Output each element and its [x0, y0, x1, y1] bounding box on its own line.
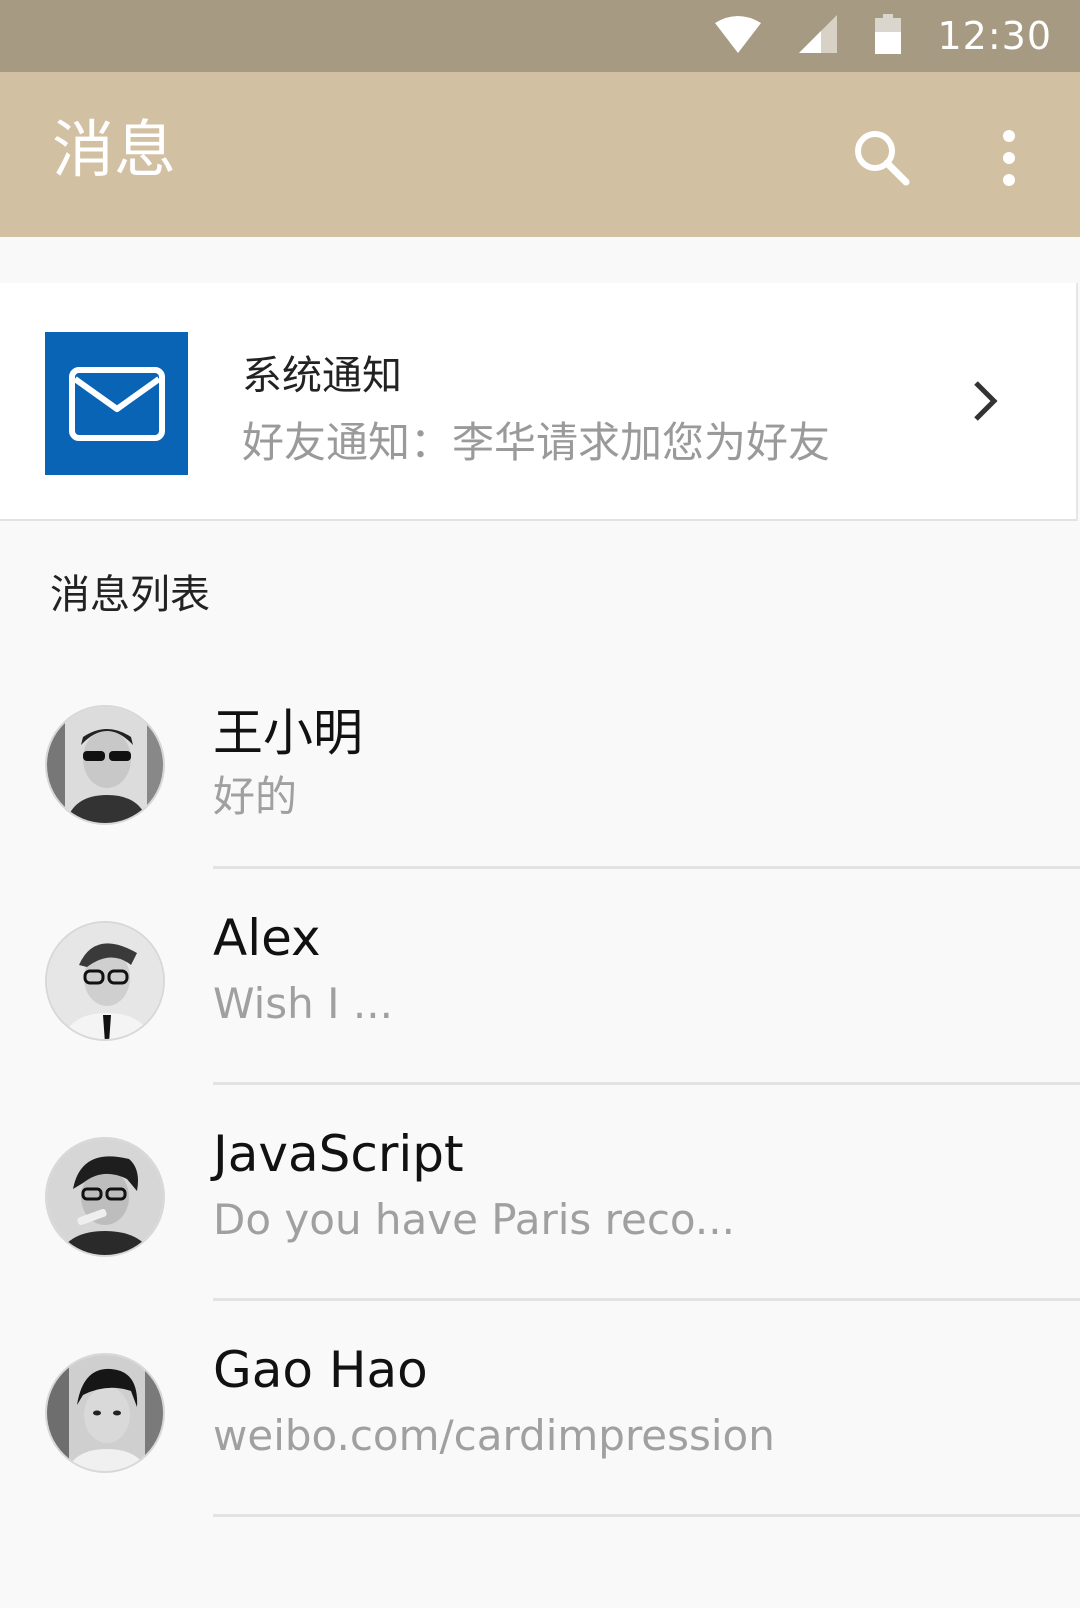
avatar: [45, 705, 165, 825]
message-preview: weibo.com/cardimpression: [213, 1411, 775, 1460]
search-icon[interactable]: [852, 128, 910, 186]
list-item[interactable]: Gao Hao weibo.com/cardimpression: [0, 1301, 1080, 1517]
avatar-icon: [47, 1355, 163, 1471]
contact-name: Gao Hao: [213, 1341, 428, 1399]
list-item[interactable]: JavaScript Do you have Paris reco...: [0, 1085, 1080, 1301]
more-vert-icon[interactable]: [994, 128, 1024, 188]
status-time: 12:30: [937, 14, 1052, 58]
system-notice-card[interactable]: 系统通知 好友通知：李华请求加您为好友: [0, 283, 1078, 521]
notice-icon-box: [45, 332, 188, 475]
avatar-icon: [47, 1139, 163, 1255]
list-item[interactable]: 王小明 好的: [0, 653, 1080, 869]
contact-name: JavaScript: [213, 1125, 464, 1183]
contact-name: Alex: [213, 909, 321, 967]
avatar: [45, 921, 165, 1041]
status-bar: 12:30: [0, 0, 1080, 72]
avatar: [45, 1353, 165, 1473]
avatar-icon: [47, 707, 163, 823]
contact-name: 王小明: [213, 704, 363, 762]
app-bar: 消息: [0, 72, 1080, 237]
avatar: [45, 1137, 165, 1257]
avatar-icon: [47, 923, 163, 1039]
message-preview: Wish I ...: [213, 979, 393, 1028]
divider: [213, 1514, 1080, 1517]
list-item[interactable]: Alex Wish I ...: [0, 869, 1080, 1085]
wifi-icon: [715, 15, 762, 57]
notice-subtitle: 好友通知：李华请求加您为好友: [242, 418, 831, 467]
message-list-header: 消息列表: [50, 572, 210, 618]
message-preview: Do you have Paris reco...: [213, 1195, 735, 1244]
notice-title: 系统通知: [242, 353, 402, 399]
battery-icon: [875, 14, 902, 58]
chevron-right-icon: [970, 379, 1000, 423]
page-title: 消息: [52, 113, 177, 186]
message-preview: 好的: [213, 772, 298, 821]
mail-icon: [68, 366, 165, 441]
cellular-signal-icon: [799, 15, 838, 57]
